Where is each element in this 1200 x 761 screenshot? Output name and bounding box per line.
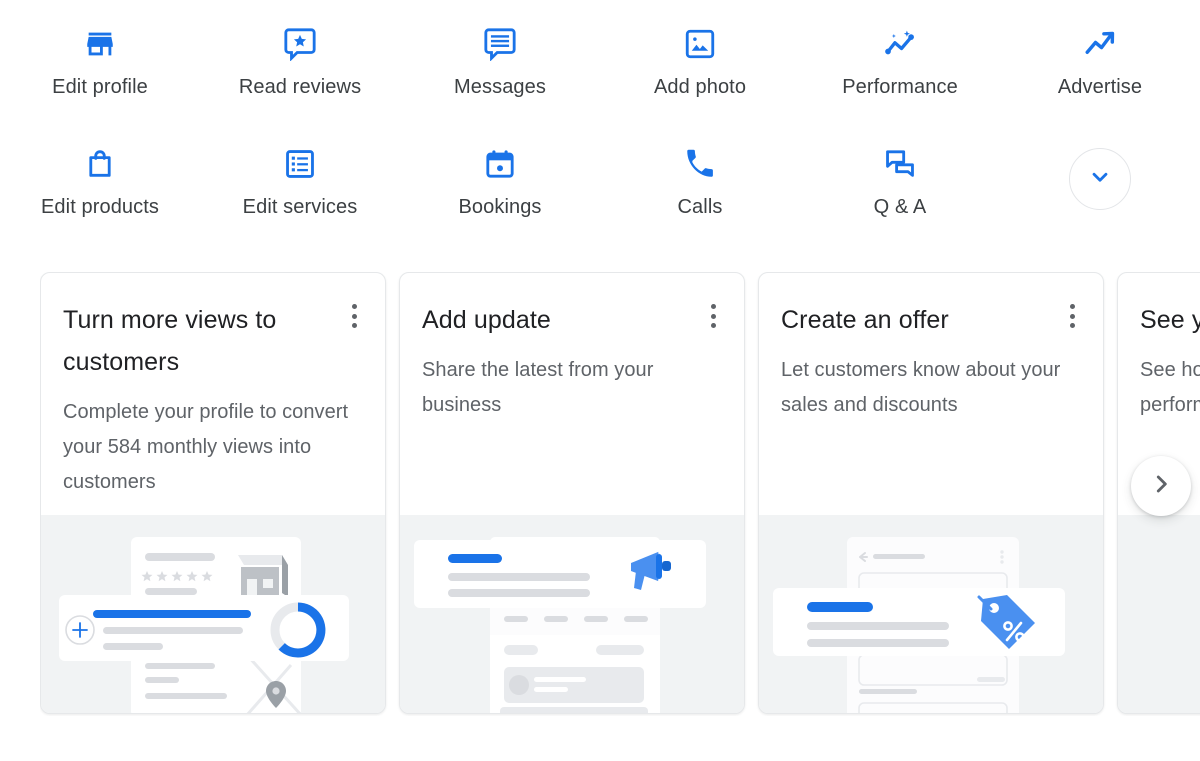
carousel-track[interactable]: Turn more views to customers Complete yo… <box>40 272 1200 716</box>
card-header: Add update Share the latest from your bu… <box>400 273 744 515</box>
trending-up-arrow-icon <box>1082 24 1118 64</box>
quick-action-edit-profile[interactable]: Edit profile <box>0 10 200 99</box>
card-header: Create an offer Let customers know about… <box>759 273 1103 515</box>
shopping-bag-icon <box>83 144 117 184</box>
quick-action-label: Advertise <box>1057 76 1143 98</box>
megaphone-update-illustration <box>400 515 744 713</box>
insights-sparkline-icon <box>882 24 918 64</box>
expand-more-actions-button[interactable] <box>1069 148 1131 210</box>
quick-action-qa[interactable]: Q & A <box>800 130 1000 219</box>
quick-actions-row-2: Edit products Edit services Bookings Cal… <box>0 130 1200 260</box>
quick-action-label: Edit profile <box>52 76 148 98</box>
card-turn-more-views[interactable]: Turn more views to customers Complete yo… <box>40 272 386 714</box>
quick-action-bookings[interactable]: Bookings <box>400 130 600 219</box>
performance-illustration <box>1118 515 1200 713</box>
card-add-update[interactable]: Add update Share the latest from your bu… <box>399 272 745 714</box>
quick-action-calls[interactable]: Calls <box>600 130 800 219</box>
quick-action-label: Messages <box>454 76 546 98</box>
chevron-down-icon <box>1087 164 1113 195</box>
card-create-an-offer[interactable]: Create an offer Let customers know about… <box>758 272 1104 714</box>
more-vert-icon[interactable] <box>1059 301 1085 331</box>
card-title: Turn more views to customers <box>63 306 277 376</box>
card-subtitle: Complete your profile to convert your 58… <box>63 401 349 493</box>
storefront-icon <box>83 24 117 64</box>
card-header: Turn more views to customers Complete yo… <box>41 273 385 515</box>
quick-action-advertise[interactable]: Advertise <box>1000 10 1200 99</box>
card-subtitle: See how your business is performing <box>1140 359 1200 416</box>
more-vert-icon[interactable] <box>700 301 726 331</box>
quick-action-read-reviews[interactable]: Read reviews <box>200 10 400 99</box>
suggestion-carousel: Turn more views to customers Complete yo… <box>0 272 1200 732</box>
quick-action-label: Calls <box>677 196 723 218</box>
more-vert-icon[interactable] <box>341 301 367 331</box>
calendar-dot-icon <box>483 144 517 184</box>
profile-completion-illustration <box>41 515 385 713</box>
card-subtitle: Share the latest from your business <box>422 359 654 416</box>
phone-icon <box>683 144 717 184</box>
carousel-next-button[interactable] <box>1131 456 1191 516</box>
expand-actions-cell <box>1000 130 1200 210</box>
question-answer-icon <box>883 144 917 184</box>
quick-actions-panel: Edit profile Read reviews Messages Add p… <box>0 0 1200 260</box>
card-title: See your performance <box>1140 306 1200 334</box>
quick-action-messages[interactable]: Messages <box>400 10 600 99</box>
quick-action-label: Add photo <box>653 76 747 98</box>
quick-action-label: Edit services <box>242 196 358 218</box>
discount-tag-illustration <box>759 515 1103 713</box>
quick-action-edit-services[interactable]: Edit services <box>200 130 400 219</box>
quick-action-label: Bookings <box>458 196 542 218</box>
message-lines-icon <box>483 24 517 64</box>
quick-action-label: Edit products <box>40 196 160 218</box>
quick-action-label: Read reviews <box>238 76 362 98</box>
image-icon <box>683 24 717 64</box>
card-title: Create an offer <box>781 306 949 334</box>
list-box-icon <box>283 144 317 184</box>
chevron-right-icon <box>1148 471 1174 502</box>
card-subtitle: Let customers know about your sales and … <box>781 359 1061 416</box>
quick-action-add-photo[interactable]: Add photo <box>600 10 800 99</box>
quick-action-label: Q & A <box>873 196 927 218</box>
review-star-bubble-icon <box>283 24 317 64</box>
quick-action-label: Performance <box>842 76 958 98</box>
card-title: Add update <box>422 306 551 334</box>
quick-action-performance[interactable]: Performance <box>800 10 1000 99</box>
quick-action-edit-products[interactable]: Edit products <box>0 130 200 219</box>
quick-actions-row-1: Edit profile Read reviews Messages Add p… <box>0 10 1200 130</box>
